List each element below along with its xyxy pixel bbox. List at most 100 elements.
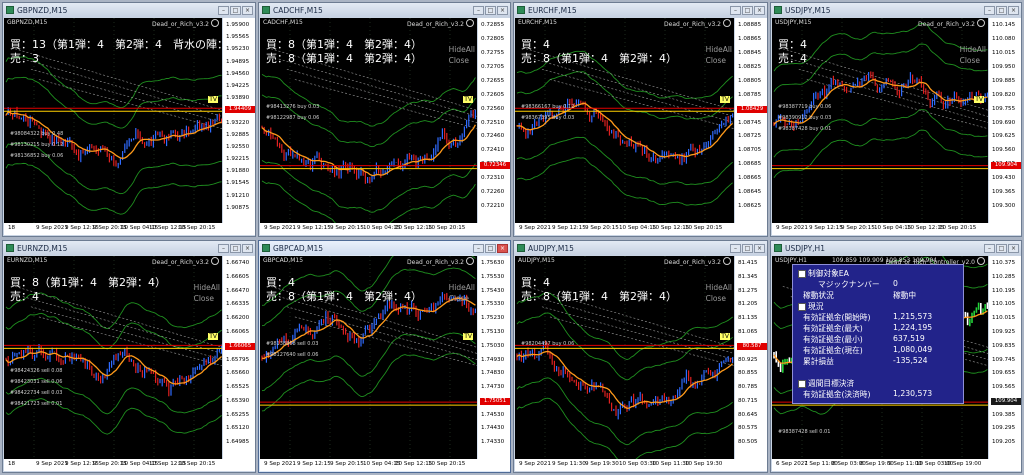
checkbox-icon[interactable] bbox=[798, 303, 806, 311]
chart-plot-area[interactable]: CADCHF,M15 Dead_or_Rich_v3.2 買：8（第1弾：4 第2弾… bbox=[260, 18, 477, 223]
time-tick-label: 10 Sep 04:15 bbox=[619, 225, 657, 231]
price-axis[interactable]: 1.75630 1.75530 1.75430 1.75330 1.75230 1.751… bbox=[478, 256, 510, 459]
price-tick-label: 109.300 bbox=[992, 203, 1016, 209]
price-axis[interactable]: 110.375 110.285 110.195 110.105 110.015 109.9… bbox=[989, 256, 1021, 459]
chart-plot-area[interactable]: AUDJPY,M15 Dead_or_Rich_v3.2 買：4 売：8（第1弾：4 … bbox=[515, 256, 734, 459]
time-axis[interactable]: 18 9 Sep 2021 9 Sep 12:15 9 Sep 20:15 10 Sep… bbox=[4, 223, 255, 235]
chart-window-2[interactable]: EURCHF,M15 – □ × EURCHF,M15 Dead_or_Rich_v3.2… bbox=[513, 2, 768, 237]
minimize-button[interactable]: – bbox=[473, 243, 484, 253]
maximize-button[interactable]: □ bbox=[742, 243, 753, 253]
chart-window-4[interactable]: EURNZD,M15 – □ × EURNZD,M15 Dead_or_Rich_v3.2… bbox=[2, 240, 256, 473]
time-axis[interactable]: 9 Sep 2021 9 Sep 12:15 9 Sep 20:15 10 Sep 0… bbox=[260, 459, 510, 471]
minimize-button[interactable]: – bbox=[473, 5, 484, 15]
price-axis[interactable]: 81.415 81.345 81.275 81.205 81.135 81.065 80.9… bbox=[735, 256, 767, 459]
window-titlebar[interactable]: EURNZD,M15 – □ × bbox=[3, 241, 255, 255]
ea-name-label: Dead_or_Rich_v3.2 bbox=[152, 19, 219, 28]
time-axis[interactable]: 18 9 Sep 2021 9 Sep 12:15 9 Sep 20:15 10 Sep… bbox=[4, 459, 255, 471]
chart-symbol-label: EURNZD,M15 bbox=[7, 257, 48, 264]
window-titlebar[interactable]: GBPCAD,M15 – □ × bbox=[259, 241, 510, 255]
close-button[interactable]: × bbox=[497, 243, 508, 253]
price-tick-label: 1.74930 bbox=[481, 357, 505, 363]
minimize-button[interactable]: – bbox=[984, 5, 995, 15]
window-titlebar[interactable]: GBPNZD,M15 – □ × bbox=[3, 3, 255, 17]
minimize-button[interactable]: – bbox=[730, 5, 741, 15]
chart-symbol-label: CADCHF,M15 bbox=[263, 19, 303, 26]
hide-all-button[interactable]: HideAll bbox=[449, 282, 475, 293]
price-tick-label: 109.745 bbox=[992, 357, 1016, 363]
hide-all-button[interactable]: HideAll bbox=[449, 44, 475, 55]
chart-plot-area[interactable]: GBPCAD,M15 Dead_or_Rich_v3.2 買：4 売：8（第1弾：4 … bbox=[260, 256, 477, 459]
hide-all-button[interactable]: HideAll bbox=[706, 44, 732, 55]
price-tick-label: 1.75530 bbox=[481, 274, 505, 280]
close-button[interactable]: × bbox=[497, 5, 508, 15]
time-tick-label: 9 Sep 2021 bbox=[264, 461, 296, 467]
close-positions-button[interactable]: Close bbox=[194, 293, 220, 304]
time-tick-label: 9 Sep 2021 bbox=[36, 461, 68, 467]
minimize-button[interactable]: – bbox=[730, 243, 741, 253]
price-tick-label: 1.08705 bbox=[738, 147, 762, 153]
close-button[interactable]: × bbox=[754, 5, 765, 15]
checkbox-icon[interactable] bbox=[798, 380, 806, 388]
chart-window-3[interactable]: USDJPY,M15 – □ × USDJPY,M15 Dead_or_Rich_v3.2… bbox=[770, 2, 1022, 237]
time-axis[interactable]: 9 Sep 2021 9 Sep 11:30 9 Sep 19:30 10 Sep 0… bbox=[515, 459, 767, 471]
chart-window-6[interactable]: AUDJPY,M15 – □ × AUDJPY,M15 Dead_or_Rich_v3.2… bbox=[513, 240, 768, 473]
maximize-button[interactable]: □ bbox=[485, 243, 496, 253]
price-axis[interactable]: 0.72855 0.72805 0.72755 0.72705 0.72655 0.726… bbox=[478, 18, 510, 223]
close-button[interactable]: × bbox=[242, 243, 253, 253]
minimize-button[interactable]: – bbox=[984, 243, 995, 253]
tv-marker: TV bbox=[208, 333, 218, 340]
window-titlebar[interactable]: USDJPY,H1 – □ × bbox=[771, 241, 1021, 255]
position-line: 売：8（第1弾：4 第2弾：4） bbox=[266, 290, 422, 303]
chart-plot-area[interactable]: EURNZD,M15 Dead_or_Rich_v3.2 買：8（第1弾：4 第2弾… bbox=[4, 256, 222, 459]
close-positions-button[interactable]: Close bbox=[449, 55, 475, 66]
time-axis[interactable]: 9 Sep 2021 9 Sep 12:15 9 Sep 20:15 10 Sep 0… bbox=[772, 223, 1021, 235]
order-label: #98387428 buy 0.01 bbox=[778, 126, 832, 132]
time-axis[interactable]: 6 Sep 2021 7 Sep 11:00 8 Sep 03:00 8 Sep 19… bbox=[772, 459, 1021, 471]
checkbox-icon[interactable] bbox=[798, 270, 806, 278]
time-tick-label: 9 Sep 20:15 bbox=[330, 225, 364, 231]
price-tick-label: 81.345 bbox=[738, 274, 758, 280]
time-axis[interactable]: 9 Sep 2021 9 Sep 12:15 9 Sep 20:15 10 Sep 0… bbox=[260, 223, 510, 235]
maximize-button[interactable]: □ bbox=[996, 243, 1007, 253]
close-positions-button[interactable]: Close bbox=[706, 293, 732, 304]
window-titlebar[interactable]: EURCHF,M15 – □ × bbox=[514, 3, 767, 17]
panel-row-value: 1,080,049 bbox=[893, 345, 933, 354]
close-positions-button[interactable]: Close bbox=[706, 55, 732, 66]
window-titlebar[interactable]: USDJPY,M15 – □ × bbox=[771, 3, 1021, 17]
maximize-button[interactable]: □ bbox=[742, 5, 753, 15]
bollinger-band-line bbox=[261, 180, 476, 223]
chart-plot-area[interactable]: GBPNZD,M15 Dead_or_Rich_v3.2 買：13（第1弾：4 第2… bbox=[4, 18, 222, 223]
chart-window-5[interactable]: GBPCAD,M15 – □ × GBPCAD,M15 Dead_or_Rich_v3.2… bbox=[258, 240, 511, 473]
hide-all-button[interactable]: HideAll bbox=[706, 282, 732, 293]
close-button[interactable]: × bbox=[1008, 5, 1019, 15]
price-axis[interactable]: 110.145 110.080 110.015 109.950 109.885 109.8… bbox=[989, 18, 1021, 223]
hide-all-button[interactable]: HideAll bbox=[960, 44, 986, 55]
maximize-button[interactable]: □ bbox=[485, 5, 496, 15]
chart-plot-area[interactable]: EURCHF,M15 Dead_or_Rich_v3.2 買：4 売：8（第1弾：4 … bbox=[515, 18, 734, 223]
minimize-button[interactable]: – bbox=[218, 243, 229, 253]
time-axis[interactable]: 9 Sep 2021 9 Sep 12:15 9 Sep 20:15 10 Sep 0… bbox=[515, 223, 767, 235]
chart-window-0[interactable]: GBPNZD,M15 – □ × GBPNZD,M15 Dead_or_Rich_v3.2… bbox=[2, 2, 256, 237]
window-titlebar[interactable]: AUDJPY,M15 – □ × bbox=[514, 241, 767, 255]
price-axis[interactable]: 1.95900 1.95565 1.95230 1.94895 1.94560 1.942… bbox=[223, 18, 255, 223]
price-axis[interactable]: 1.66740 1.66605 1.66470 1.66335 1.66200 1.660… bbox=[223, 256, 255, 459]
maximize-button[interactable]: □ bbox=[996, 5, 1007, 15]
current-price-tag: 1.75051 bbox=[480, 398, 510, 405]
maximize-button[interactable]: □ bbox=[230, 243, 241, 253]
price-tick-label: 1.08845 bbox=[738, 50, 762, 56]
minimize-button[interactable]: – bbox=[218, 5, 229, 15]
close-positions-button[interactable]: Close bbox=[449, 293, 475, 304]
close-button[interactable]: × bbox=[754, 243, 765, 253]
window-controls: – □ × bbox=[473, 243, 508, 253]
time-tick-label: 9 Sep 19:30 bbox=[585, 461, 619, 467]
window-titlebar[interactable]: CADCHF,M15 – □ × bbox=[259, 3, 510, 17]
maximize-button[interactable]: □ bbox=[230, 5, 241, 15]
hide-all-button[interactable]: HideAll bbox=[194, 282, 220, 293]
chart-plot-area[interactable]: USDJPY,M15 Dead_or_Rich_v3.2 買：4 売：4 HideAll… bbox=[772, 18, 988, 223]
close-button[interactable]: × bbox=[242, 5, 253, 15]
close-button[interactable]: × bbox=[1008, 243, 1019, 253]
close-positions-button[interactable]: Close bbox=[960, 55, 986, 66]
chart-window-1[interactable]: CADCHF,M15 – □ × CADCHF,M15 Dead_or_Rich_v3.2… bbox=[258, 2, 511, 237]
price-axis[interactable]: 1.08885 1.08865 1.08845 1.08825 1.08805 1.087… bbox=[735, 18, 767, 223]
order-label: #98127640 sell 0.06 bbox=[266, 352, 319, 358]
